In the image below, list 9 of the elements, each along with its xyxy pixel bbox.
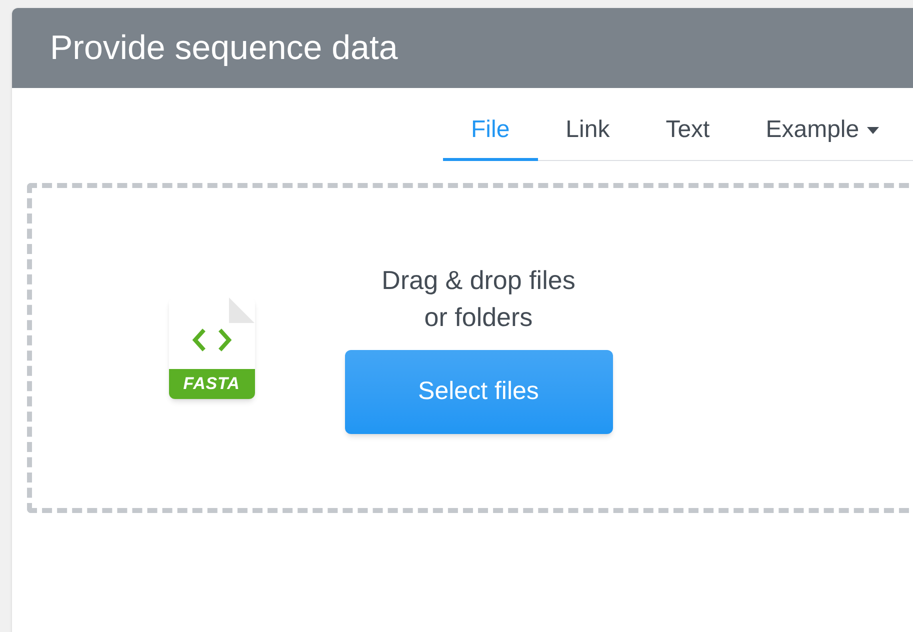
code-icon <box>192 327 232 353</box>
tab[interactable]: Text <box>638 112 738 161</box>
drop-prompt: Drag & drop files <box>382 264 576 297</box>
file-type-label: FASTA <box>183 373 240 396</box>
panel-title: Provide sequence data <box>50 28 398 68</box>
page-corner-icon <box>228 297 254 323</box>
tab[interactable]: Example <box>738 112 908 161</box>
tab[interactable]: Link <box>538 112 638 161</box>
drop-prompt: or folders <box>424 301 533 334</box>
